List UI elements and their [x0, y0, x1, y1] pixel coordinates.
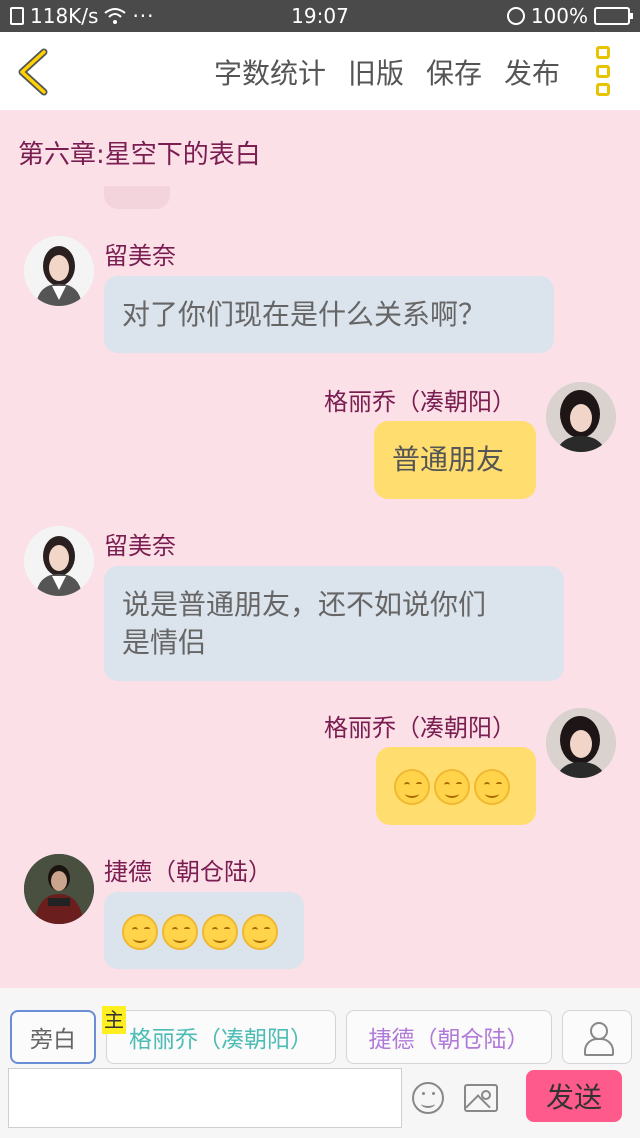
person-icon	[584, 1022, 614, 1056]
more-menu-icon[interactable]	[596, 46, 614, 96]
role-selector: 旁白 格丽乔（凑朝阳） 捷德（朝仓陆）	[0, 1010, 640, 1064]
role-gelichiao-button[interactable]: 格丽乔（凑朝阳）	[106, 1010, 336, 1064]
message-bubble[interactable]: 普通朋友	[374, 421, 536, 499]
header: 字数统计 旧版 保存 发布	[0, 32, 640, 110]
alarm-icon	[506, 7, 525, 25]
smile-emoji-icon	[474, 769, 510, 805]
send-button[interactable]: 发送	[526, 1070, 622, 1122]
smile-emoji-icon	[242, 914, 278, 950]
smile-emoji-icon	[434, 769, 470, 805]
avatar-image	[546, 382, 616, 452]
avatar[interactable]	[546, 382, 616, 452]
battery-icon	[594, 7, 633, 25]
message-bubble[interactable]	[376, 747, 536, 825]
add-role-button[interactable]	[562, 1010, 632, 1064]
speaker-name: 格丽乔（凑朝阳）	[324, 388, 516, 416]
avatar-image	[546, 708, 616, 778]
message-line: 是情侣	[122, 626, 207, 659]
avatar-image	[24, 526, 94, 596]
back-chevron-icon[interactable]	[14, 48, 54, 96]
smile-emoji-icon	[394, 769, 430, 805]
avatar[interactable]	[24, 236, 94, 306]
image-picker-icon[interactable]	[464, 1084, 498, 1112]
chat-area[interactable]: 留美奈 对了你们现在是什么关系啊？ 格丽乔（凑朝阳） 普通朋友 留美奈 说是普通…	[0, 186, 640, 988]
message-line: 说是普通朋友，还不如说你们	[122, 588, 487, 621]
avatar-image	[24, 236, 94, 306]
avatar[interactable]	[24, 854, 94, 924]
previous-bubble	[104, 186, 170, 209]
save-button[interactable]: 保存	[426, 52, 482, 92]
emoji-picker-icon[interactable]	[412, 1082, 444, 1114]
old-version-button[interactable]: 旧版	[348, 52, 404, 92]
smile-emoji-icon	[202, 914, 238, 950]
message-bubble[interactable]: 说是普通朋友，还不如说你们 是情侣	[104, 566, 564, 681]
publish-button[interactable]: 发布	[504, 52, 560, 92]
avatar[interactable]	[24, 526, 94, 596]
speaker-name: 格丽乔（凑朝阳）	[324, 714, 516, 742]
role-jiede-button[interactable]: 捷德（朝仓陆）	[346, 1010, 552, 1064]
status-right: 100%	[506, 4, 633, 28]
word-count-button[interactable]: 字数统计	[214, 52, 326, 92]
chapter-title: 第六章:星空下的表白	[18, 140, 261, 170]
speaker-name: 留美奈	[104, 532, 176, 560]
message-bubble[interactable]: 对了你们现在是什么关系啊？	[104, 276, 554, 353]
status-bar: 118K/s ··· 19:07 100%	[0, 0, 640, 32]
bottom-bar: 旁白 格丽乔（凑朝阳） 捷德（朝仓陆） 主 发送	[0, 988, 640, 1138]
smile-emoji-icon	[122, 914, 158, 950]
avatar-image	[24, 854, 94, 924]
battery-percent: 100%	[530, 4, 588, 28]
header-actions: 字数统计 旧版 保存 发布	[214, 52, 560, 92]
speaker-name: 捷德（朝仓陆）	[104, 858, 272, 886]
smile-emoji-icon	[162, 914, 198, 950]
main-role-badge: 主	[102, 1006, 126, 1034]
message-bubble[interactable]	[104, 892, 304, 969]
message-input[interactable]	[8, 1068, 402, 1128]
speaker-name: 留美奈	[104, 242, 176, 270]
role-narration-button[interactable]: 旁白	[10, 1010, 96, 1064]
avatar[interactable]	[546, 708, 616, 778]
